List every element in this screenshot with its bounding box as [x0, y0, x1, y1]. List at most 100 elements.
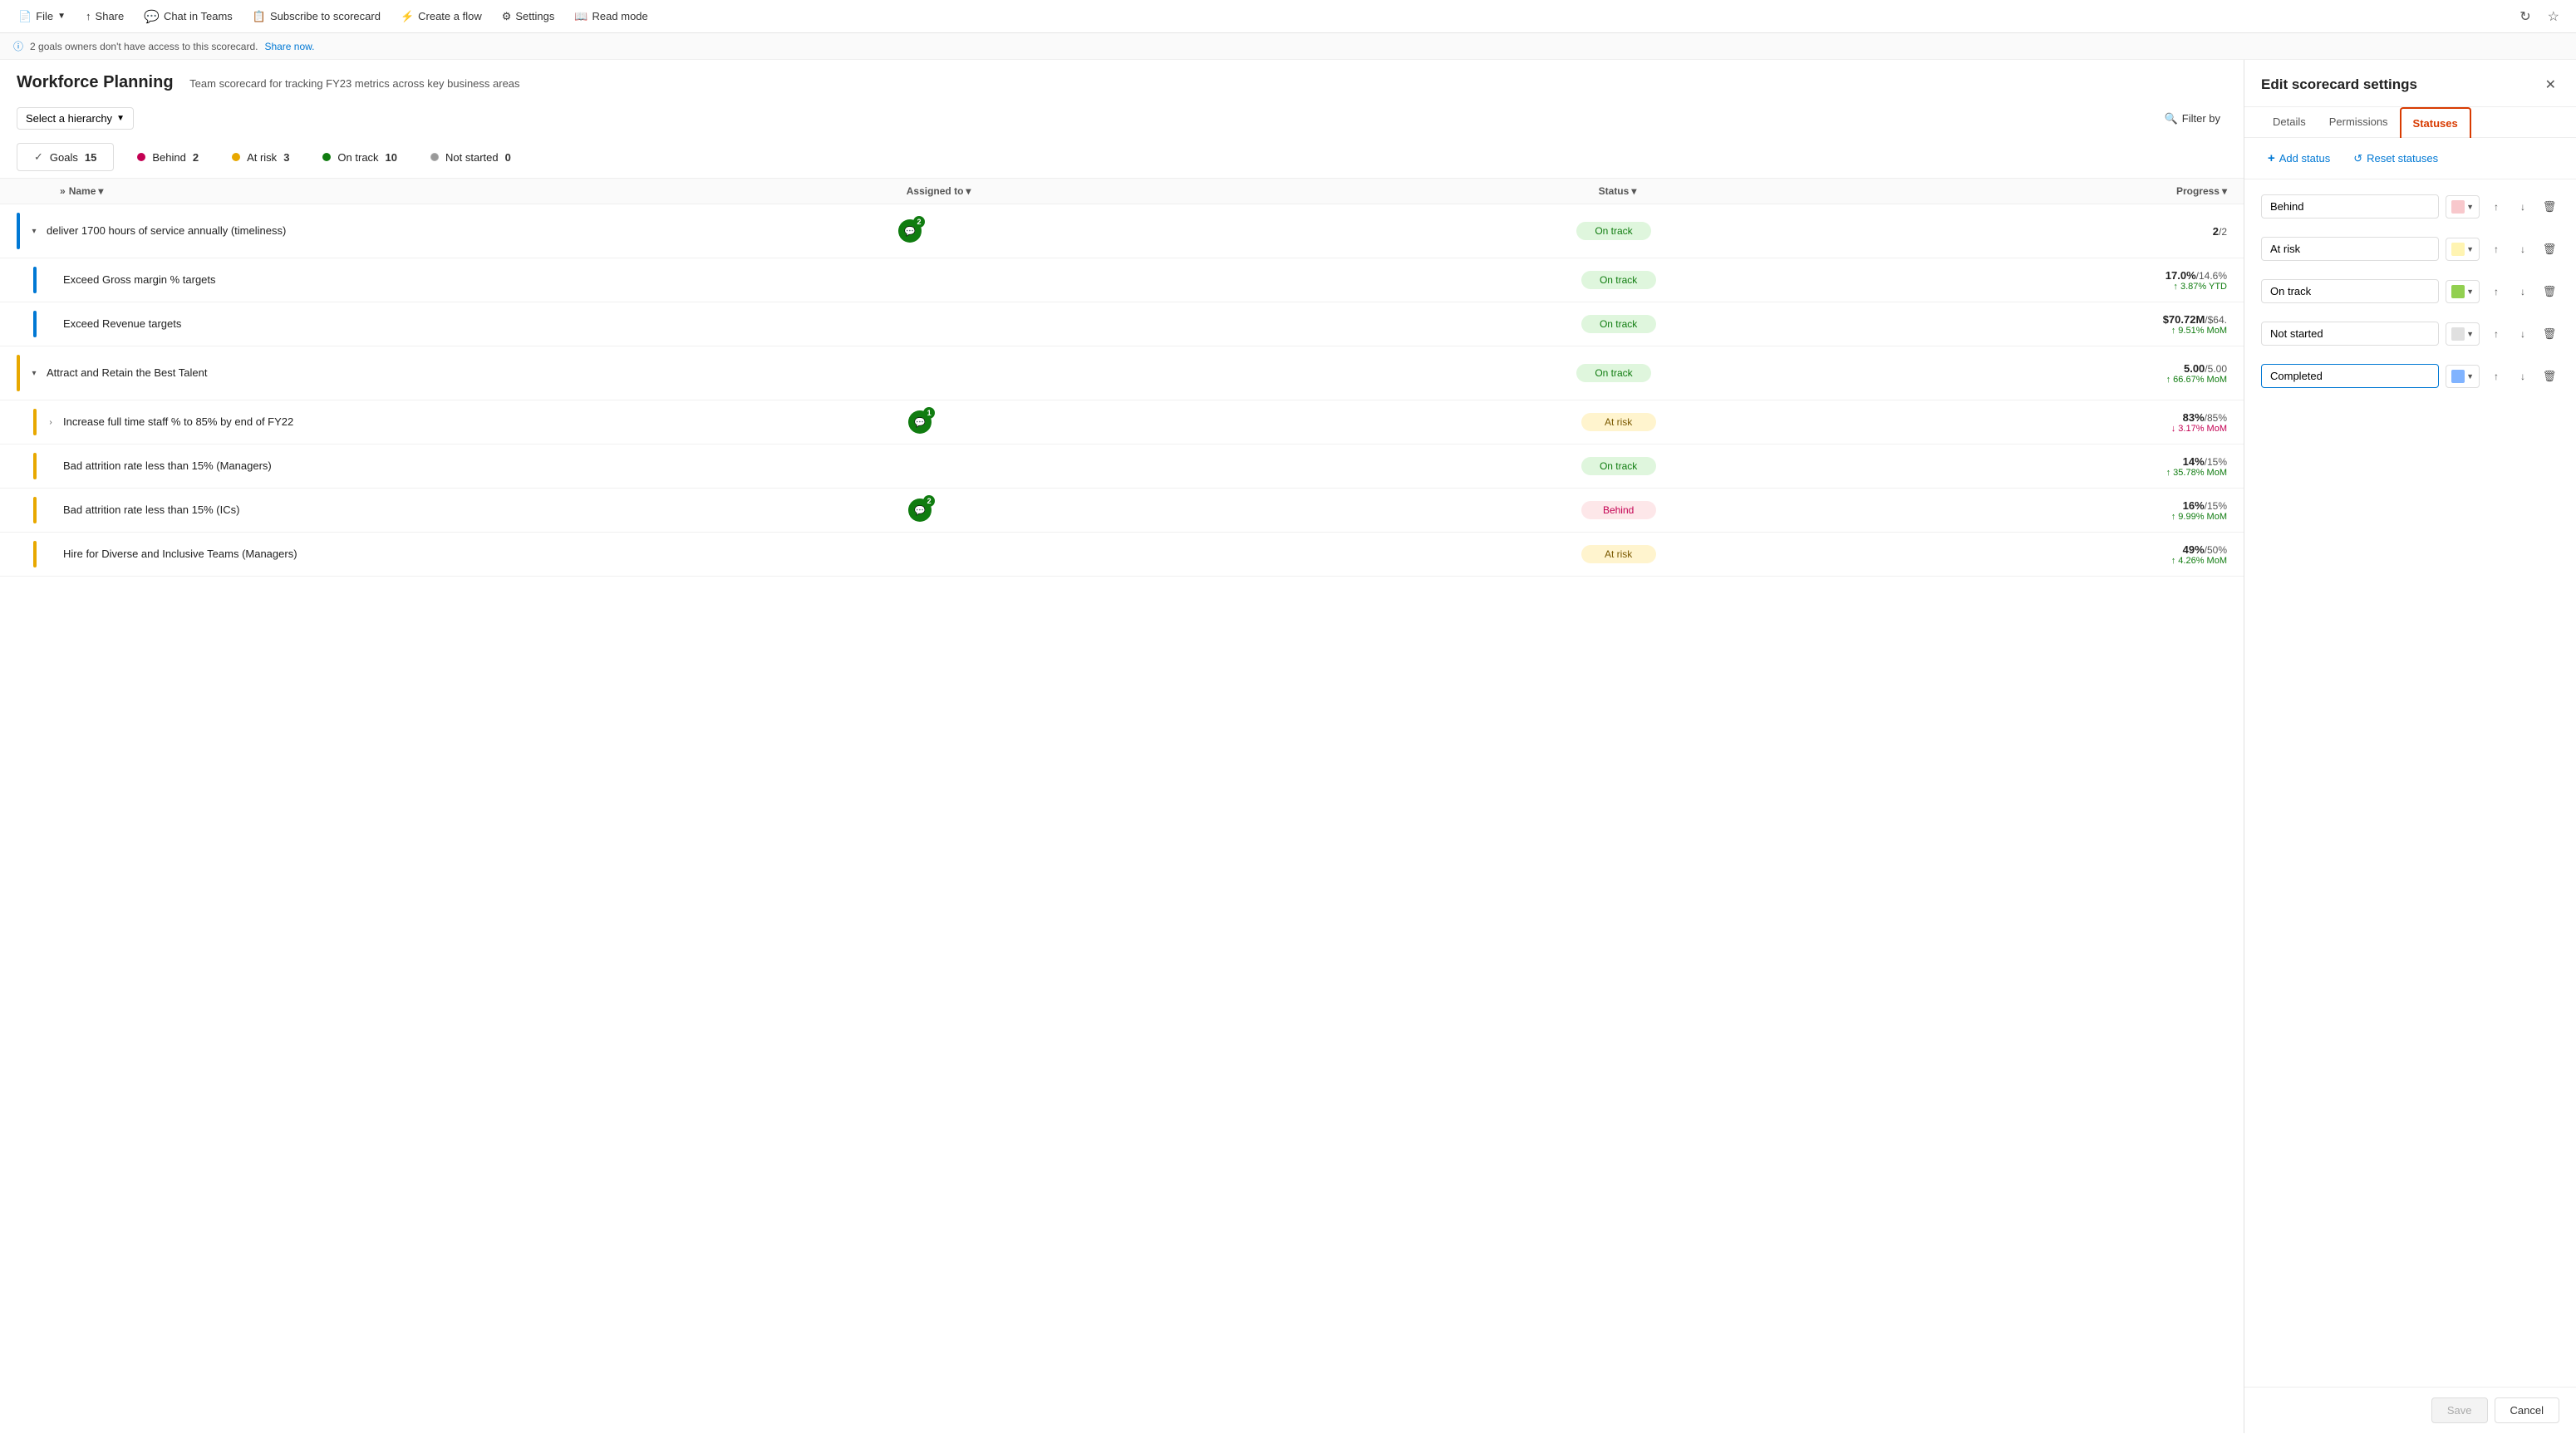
collapse-icon[interactable]: ▾	[27, 366, 42, 381]
badge-count: 2	[923, 495, 935, 507]
goal-name: Attract and Retain the Best Talent	[42, 366, 898, 381]
read-mode-button[interactable]: 📖 Read mode	[566, 6, 656, 27]
goal-status[interactable]: On track	[1416, 315, 1821, 333]
color-dropdown-s5[interactable]: ▼	[2446, 365, 2480, 388]
behind-count: 2	[193, 151, 199, 164]
goal-status[interactable]: At risk	[1416, 545, 1821, 563]
move-down-button-s5[interactable]: ↓	[2513, 366, 2533, 386]
goal-row-g2a: › Increase full time staff % to 85% by e…	[0, 400, 2244, 444]
chat-in-teams-button[interactable]: 💬 Chat in Teams	[135, 5, 241, 28]
status-name-input-s2[interactable]	[2261, 237, 2439, 261]
scorecard-subtitle: Team scorecard for tracking FY23 metrics…	[189, 77, 519, 90]
status-name-input-s1[interactable]	[2261, 194, 2439, 219]
goal-name: Bad attrition rate less than 15% (Manage…	[58, 459, 908, 474]
subscribe-icon: 📋	[253, 10, 266, 23]
color-chevron-icon: ▼	[2466, 203, 2474, 211]
goal-status[interactable]: Behind	[1416, 501, 1821, 519]
favorite-button[interactable]: ☆	[2541, 5, 2566, 28]
status-pill[interactable]: At risk	[1581, 545, 1656, 563]
color-dropdown-s4[interactable]: ▼	[2446, 322, 2480, 346]
tab-statuses[interactable]: Statuses	[2400, 107, 2471, 138]
create-flow-button[interactable]: ⚡ Create a flow	[392, 6, 490, 27]
goal-status[interactable]: On track	[1416, 271, 1821, 289]
delete-status-button-s4[interactable]: 🗑	[2539, 324, 2559, 344]
expand-icon[interactable]: ›	[43, 415, 58, 430]
file-menu[interactable]: 📄 File ▼	[10, 6, 74, 27]
behind-label: Behind	[152, 151, 185, 164]
status-pill[interactable]: On track	[1581, 315, 1656, 333]
delete-status-button-s3[interactable]: 🗑	[2539, 282, 2559, 302]
atrisk-stat[interactable]: At risk 3	[215, 145, 306, 170]
color-bar	[33, 267, 37, 293]
status-pill[interactable]: On track	[1576, 364, 1651, 382]
goal-status[interactable]: At risk	[1416, 413, 1821, 431]
color-dropdown-s2[interactable]: ▼	[2446, 238, 2480, 261]
goal-status[interactable]: On track	[1409, 364, 1818, 382]
move-down-button-s1[interactable]: ↓	[2513, 197, 2533, 217]
panel-close-button[interactable]: ✕	[2542, 73, 2559, 96]
status-name-input-s3[interactable]	[2261, 279, 2439, 303]
status-pill[interactable]: On track	[1581, 271, 1656, 289]
cancel-button[interactable]: Cancel	[2495, 1397, 2559, 1423]
share-now-link[interactable]: Share now.	[264, 41, 314, 52]
move-up-button-s1[interactable]: ↑	[2486, 197, 2506, 217]
delete-status-button-s2[interactable]: 🗑	[2539, 239, 2559, 259]
status-pill[interactable]: On track	[1581, 457, 1656, 475]
delete-status-button-s5[interactable]: 🗑	[2539, 366, 2559, 386]
status-edit-row-s4: ▼ ↑ ↓ 🗑	[2261, 317, 2559, 351]
color-chevron-icon: ▼	[2466, 372, 2474, 381]
move-up-button-s2[interactable]: ↑	[2486, 239, 2506, 259]
color-dropdown-s3[interactable]: ▼	[2446, 280, 2480, 303]
assigned-column-header[interactable]: Assigned to ▾	[907, 185, 1414, 197]
status-name-input-s4[interactable]	[2261, 322, 2439, 346]
reset-statuses-button[interactable]: ↺ Reset statuses	[2347, 149, 2445, 169]
add-status-button[interactable]: + Add status	[2261, 148, 2337, 169]
share-icon: ↑	[86, 10, 91, 22]
status-pill[interactable]: Behind	[1581, 501, 1656, 519]
settings-button[interactable]: ⚙ Settings	[494, 6, 563, 27]
filter-button[interactable]: 🔍 Filter by	[2158, 108, 2227, 130]
refresh-button[interactable]: ↻	[2513, 5, 2537, 28]
share-button[interactable]: ↑ Share	[77, 6, 132, 27]
notstarted-stat[interactable]: Not started 0	[414, 145, 528, 170]
create-flow-label: Create a flow	[418, 10, 482, 22]
ontrack-stat[interactable]: On track 10	[306, 145, 414, 170]
expand-all-icon[interactable]: »	[60, 185, 66, 197]
name-column-header[interactable]: Name ▾	[69, 185, 104, 197]
goal-progress: 49%/50% ↑ 4.26% MoM	[1821, 543, 2227, 566]
select-hierarchy-button[interactable]: Select a hierarchy ▼	[17, 107, 134, 130]
tab-details[interactable]: Details	[2261, 107, 2318, 138]
teams-icon: 💬	[144, 9, 160, 24]
move-down-button-s3[interactable]: ↓	[2513, 282, 2533, 302]
progress-column-header[interactable]: Progress ▾	[1821, 185, 2227, 197]
color-swatch-s5	[2451, 370, 2465, 383]
goal-row-g2b: Bad attrition rate less than 15% (Manage…	[0, 444, 2244, 489]
color-dropdown-s1[interactable]: ▼	[2446, 195, 2480, 219]
goal-progress: $70.72M/$64. ↑ 9.51% MoM	[1821, 313, 2227, 336]
delete-status-button-s1[interactable]: 🗑	[2539, 197, 2559, 217]
color-bar	[17, 355, 20, 391]
goal-name: Bad attrition rate less than 15% (ICs)	[58, 503, 908, 518]
tab-permissions[interactable]: Permissions	[2318, 107, 2400, 138]
move-up-button-s4[interactable]: ↑	[2486, 324, 2506, 344]
goal-status[interactable]: On track	[1416, 457, 1821, 475]
ontrack-dot	[322, 153, 331, 161]
status-pill[interactable]: On track	[1576, 222, 1651, 240]
panel-actions: + Add status ↺ Reset statuses	[2244, 138, 2576, 179]
status-edit-row-s5: ▼ ↑ ↓ 🗑	[2261, 359, 2559, 393]
behind-stat[interactable]: Behind 2	[120, 145, 215, 170]
save-button[interactable]: Save	[2431, 1397, 2488, 1423]
goal-status[interactable]: On track	[1409, 222, 1818, 240]
status-column-header[interactable]: Status ▾	[1414, 185, 1821, 197]
color-chevron-icon: ▼	[2466, 287, 2474, 296]
move-up-button-s3[interactable]: ↑	[2486, 282, 2506, 302]
move-down-button-s4[interactable]: ↓	[2513, 324, 2533, 344]
collapse-icon[interactable]: ▾	[27, 223, 42, 238]
toolbar: 📄 File ▼ ↑ Share 💬 Chat in Teams 📋 Subsc…	[0, 0, 2576, 33]
status-name-input-s5[interactable]	[2261, 364, 2439, 388]
move-down-button-s2[interactable]: ↓	[2513, 239, 2533, 259]
subscribe-button[interactable]: 📋 Subscribe to scorecard	[244, 6, 389, 27]
status-pill[interactable]: At risk	[1581, 413, 1656, 431]
move-up-button-s5[interactable]: ↑	[2486, 366, 2506, 386]
goals-stat[interactable]: ✓ Goals 15	[17, 143, 114, 171]
